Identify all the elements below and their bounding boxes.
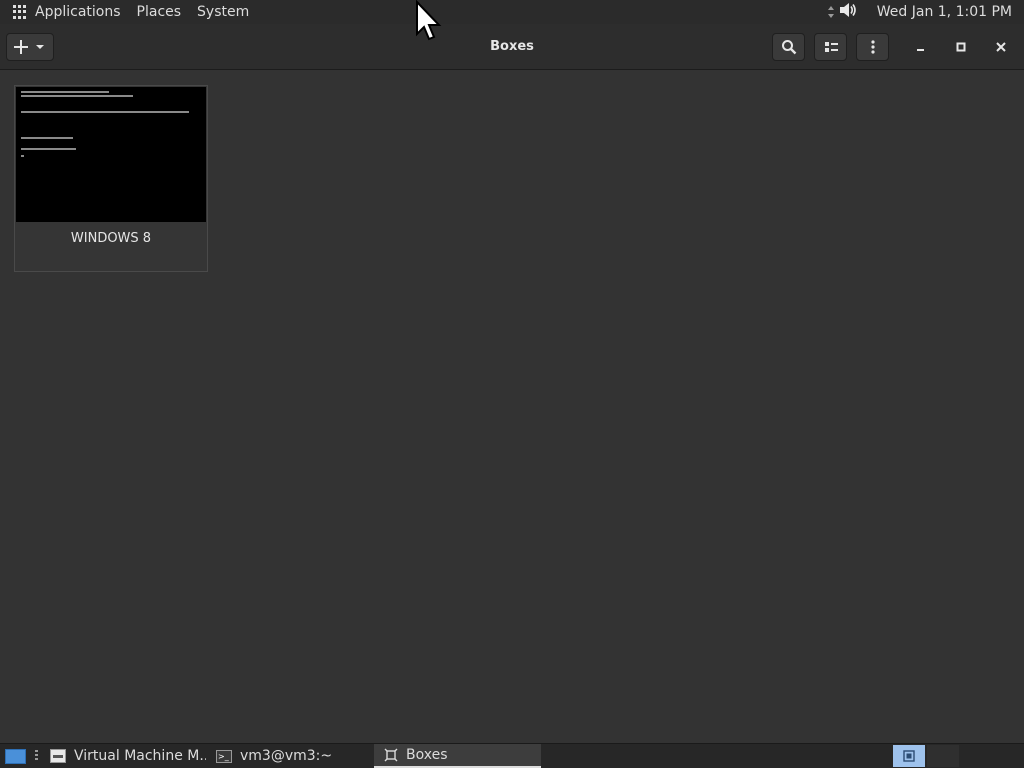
workspace-2[interactable] — [927, 745, 959, 767]
task-boxes[interactable]: Boxes — [374, 744, 541, 768]
menu-system[interactable]: System — [197, 4, 249, 20]
new-box-button[interactable] — [6, 33, 54, 61]
task-label: Boxes — [406, 747, 448, 763]
task-virtual-machine-manager[interactable]: Virtual Machine M... — [46, 744, 206, 768]
menu-applications[interactable]: Applications — [35, 4, 121, 20]
close-icon — [996, 42, 1006, 52]
virt-manager-icon — [50, 749, 66, 763]
kebab-menu-icon — [870, 40, 875, 54]
top-panel: Applications Places System Wed Jan 1, 1:… — [0, 0, 1024, 24]
boxes-icon — [384, 748, 398, 762]
headerbar: Boxes — [0, 24, 1024, 70]
view-toggle-button[interactable] — [814, 33, 847, 61]
search-button[interactable] — [772, 33, 805, 61]
clock[interactable]: Wed Jan 1, 1:01 PM — [877, 4, 1012, 20]
box-thumbnail — [16, 87, 206, 222]
minimize-icon — [917, 49, 924, 51]
task-label: vm3@vm3:~ — [240, 748, 333, 764]
maximize-button[interactable] — [947, 33, 975, 61]
volume-icon[interactable] — [839, 2, 857, 22]
terminal-icon: >_ — [216, 749, 232, 763]
app-menu-button[interactable] — [856, 33, 889, 61]
task-label: Virtual Machine M... — [74, 748, 206, 764]
bottom-taskbar: Virtual Machine M... >_ vm3@vm3:~ Boxes — [0, 743, 1024, 768]
boxes-collection-view: WINDOWS 8 — [0, 71, 1024, 743]
close-button[interactable] — [987, 33, 1015, 61]
network-icon[interactable] — [827, 6, 834, 18]
box-card[interactable]: WINDOWS 8 — [14, 85, 208, 272]
status-area: Wed Jan 1, 1:01 PM — [827, 0, 1012, 24]
show-desktop-button[interactable] — [5, 749, 26, 764]
boxes-icon — [903, 750, 915, 762]
menu-places[interactable]: Places — [137, 4, 182, 20]
box-name: WINDOWS 8 — [70, 231, 152, 246]
add-icon — [14, 40, 44, 54]
apps-grid-icon[interactable] — [13, 5, 27, 19]
search-icon — [781, 40, 796, 55]
maximize-icon — [956, 42, 966, 52]
task-terminal[interactable]: >_ vm3@vm3:~ — [212, 744, 362, 768]
list-view-icon — [824, 42, 838, 52]
minimize-button[interactable] — [907, 33, 935, 61]
drag-handle-icon[interactable] — [35, 750, 38, 762]
workspace-1[interactable] — [893, 745, 925, 767]
